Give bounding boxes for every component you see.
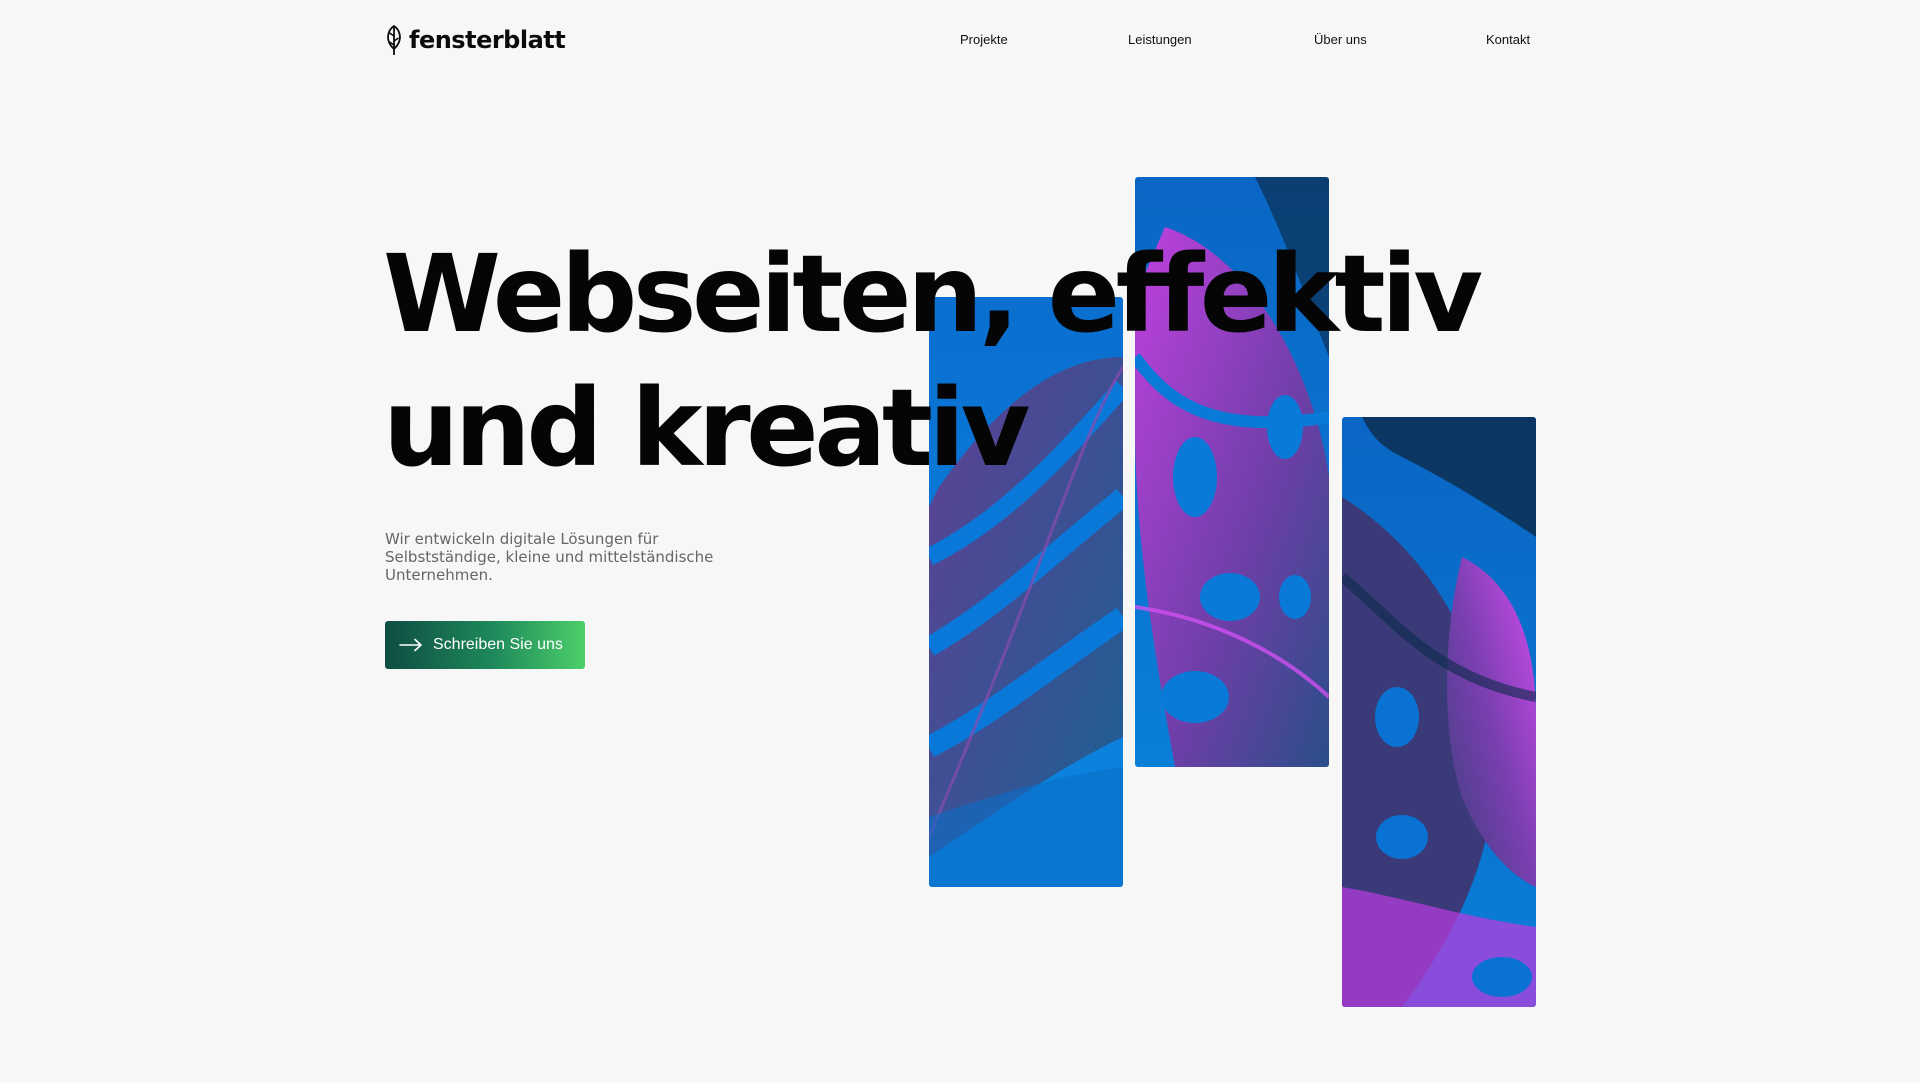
contact-cta-label: Schreiben Sie uns <box>433 636 563 653</box>
logo-text: fensterblatt <box>409 26 566 54</box>
nav-item-leistungen[interactable]: Leistungen <box>1128 31 1192 49</box>
monstera-leaf-image-right <box>1342 417 1536 1007</box>
nav-item-kontakt[interactable]: Kontakt <box>1486 31 1530 49</box>
hero-headline: Webseiten, effektiv und kreativ <box>383 228 1483 496</box>
arrow-right-icon <box>399 638 423 652</box>
page: fensterblatt Projekte Leistungen Über un… <box>0 0 1920 1083</box>
leaf-logo-icon <box>385 24 403 56</box>
hero-headline-line-1: Webseiten, effektiv <box>383 233 1483 357</box>
logo-link[interactable]: fensterblatt <box>385 24 566 56</box>
hero-headline-line-2: und kreativ <box>383 367 1030 491</box>
nav-item-ueber-uns[interactable]: Über uns <box>1314 31 1367 49</box>
hero-subtitle: Wir entwickeln digitale Lösungen für Sel… <box>385 530 714 584</box>
contact-cta-button[interactable]: Schreiben Sie uns <box>385 621 585 669</box>
nav-item-projekte[interactable]: Projekte <box>960 31 1008 49</box>
